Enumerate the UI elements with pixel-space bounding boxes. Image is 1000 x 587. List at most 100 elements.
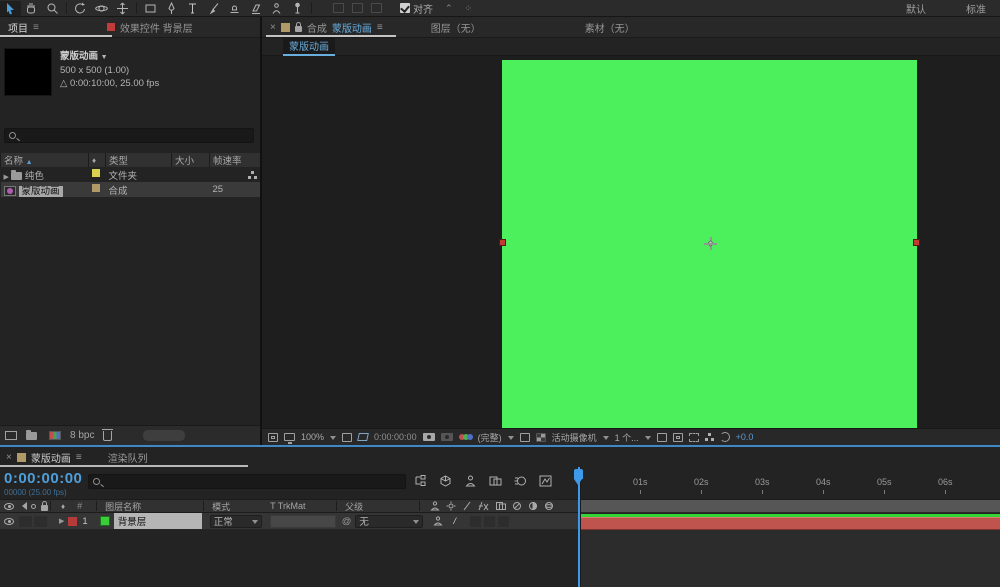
shape-tool-icon[interactable] xyxy=(140,1,161,16)
3d-switch-icon[interactable] xyxy=(544,501,554,511)
timeline-search-field[interactable] xyxy=(88,474,406,489)
new-composition-icon[interactable] xyxy=(49,431,61,440)
collapse-switch-icon[interactable] xyxy=(446,501,456,511)
mode-column[interactable]: 模式 xyxy=(212,500,270,513)
layer-shy-toggle[interactable] xyxy=(433,516,443,526)
lock-icon[interactable] xyxy=(294,21,302,32)
mini-flowchart-icon[interactable] xyxy=(414,475,427,487)
tab-project[interactable]: 项目 ≡ xyxy=(0,17,47,37)
timeline-search-input[interactable] xyxy=(103,476,401,487)
reset-exposure-icon[interactable] xyxy=(719,432,730,442)
layer-name[interactable]: 背景层 xyxy=(113,513,202,529)
show-snapshot-icon[interactable] xyxy=(440,433,453,441)
transparency-grid-icon[interactable] xyxy=(535,432,546,442)
close-icon[interactable]: × xyxy=(6,452,12,463)
pixel-aspect-correction-icon[interactable] xyxy=(656,432,667,442)
table-row-folder[interactable]: ▶ 纯色 文件夹 xyxy=(1,167,261,182)
item-name[interactable]: 纯色 xyxy=(25,171,44,182)
label-column-icon[interactable]: ♦ xyxy=(61,502,65,511)
layer-row[interactable]: ▶ 1 背景层 正常 @ 无 / xyxy=(0,513,580,530)
graph-editor-icon[interactable] xyxy=(539,475,552,487)
camera-tool-icon[interactable] xyxy=(91,1,112,16)
video-column-icon[interactable] xyxy=(4,502,14,510)
snapshot-icon[interactable] xyxy=(422,433,435,441)
item-name[interactable]: 蒙版动画 xyxy=(18,185,63,197)
timeline-button-icon[interactable] xyxy=(688,432,699,442)
fx-switch-icon[interactable] xyxy=(478,501,490,511)
camera-view-caret-icon[interactable] xyxy=(602,435,609,443)
layer-audio-toggle[interactable] xyxy=(19,515,32,527)
lock-column-icon[interactable] xyxy=(41,500,48,511)
workspace-standard-button[interactable]: 标准 xyxy=(966,1,986,16)
parent-column[interactable]: 父级 xyxy=(345,500,417,513)
column-name[interactable]: 名称 ▲ xyxy=(0,153,89,167)
layer-name-column[interactable]: 图层名称 xyxy=(105,500,201,513)
adjustment-switch-icon[interactable] xyxy=(528,501,538,511)
column-label[interactable]: ♦ xyxy=(88,153,106,167)
audio-column-icon[interactable] xyxy=(18,502,27,510)
label-color-swatch[interactable] xyxy=(91,184,100,192)
breadcrumb-comp-chip[interactable]: 蒙版动画 xyxy=(283,37,335,56)
tab-layer[interactable]: 图层（无） xyxy=(411,20,501,35)
type-tool-icon[interactable] xyxy=(182,1,203,16)
panel-menu-icon[interactable]: ≡ xyxy=(76,452,82,463)
layer-twirl-icon[interactable]: ▶ xyxy=(59,517,64,525)
solid-color-swatch[interactable] xyxy=(99,516,110,526)
eraser-tool-icon[interactable] xyxy=(245,1,266,16)
anchor-point-icon[interactable] xyxy=(704,237,717,250)
view-layout-value[interactable]: 1 个... xyxy=(615,431,639,444)
align-toggle[interactable]: 对齐 xyxy=(400,1,433,16)
grid-options-icon[interactable]: ⁘ xyxy=(465,3,473,14)
trkmat-dropdown[interactable] xyxy=(269,514,336,528)
trkmat-column[interactable]: T TrkMat xyxy=(270,501,334,511)
quality-switch-icon[interactable] xyxy=(462,501,472,511)
exposure-value[interactable]: +0.0 xyxy=(736,432,754,442)
playhead-handle[interactable] xyxy=(574,469,583,485)
blend-mode-dropdown[interactable]: 正常 xyxy=(209,514,262,528)
monitor-icon[interactable] xyxy=(284,433,295,444)
column-type[interactable]: 类型 xyxy=(105,153,172,167)
new-folder-icon[interactable] xyxy=(26,429,37,440)
time-ruler[interactable]: 01s 02s 03s 04s 05s 06s xyxy=(581,467,1000,499)
layer-quality-toggle[interactable]: / xyxy=(453,516,456,527)
view-layout-caret-icon[interactable] xyxy=(644,435,651,443)
camera-view-value[interactable]: 活动摄像机 xyxy=(552,431,597,444)
resolution-caret-icon[interactable] xyxy=(507,435,514,443)
project-search-field[interactable] xyxy=(4,128,254,143)
table-row-composition[interactable]: 蒙版动画 合成 25 xyxy=(0,182,260,197)
tab-effect-controls[interactable]: 效果控件 背景层 xyxy=(99,17,201,37)
mask-visibility-icon[interactable] xyxy=(357,433,369,441)
label-color-swatch[interactable] xyxy=(91,169,100,177)
magnification-caret-icon[interactable] xyxy=(330,435,337,443)
rotation-tool-icon[interactable] xyxy=(70,1,91,16)
frame-blending-icon[interactable] xyxy=(489,475,502,487)
region-of-interest-icon[interactable] xyxy=(519,432,530,442)
work-area-bar[interactable] xyxy=(581,499,1000,513)
clone-stamp-tool-icon[interactable] xyxy=(224,1,245,16)
hand-tool-icon[interactable] xyxy=(21,1,42,16)
roto-brush-tool-icon[interactable] xyxy=(266,1,287,16)
shy-switch-icon[interactable] xyxy=(430,501,440,511)
workspace-default-button[interactable]: 默认 xyxy=(906,1,926,16)
frame-blend-switch-icon[interactable] xyxy=(496,501,507,511)
layer-label-swatch[interactable] xyxy=(68,516,78,526)
draft-3d-icon[interactable] xyxy=(439,475,452,487)
column-framerate[interactable]: 帧速率 xyxy=(209,153,260,167)
layer-handle-right[interactable] xyxy=(913,239,920,246)
tab-composition[interactable]: × 合成 蒙版动画 ≡ xyxy=(262,20,393,35)
composition-viewport[interactable] xyxy=(262,56,1000,428)
layer-frame-blend-toggle[interactable] xyxy=(469,515,481,527)
fast-previews-icon[interactable] xyxy=(672,432,683,442)
magnification-value[interactable]: 100% xyxy=(301,432,324,442)
align-checkbox[interactable] xyxy=(400,3,410,13)
interpret-footage-icon[interactable] xyxy=(5,431,17,440)
shy-icon[interactable] xyxy=(464,475,477,487)
solo-column-icon[interactable] xyxy=(31,503,36,509)
footer-scrollbar[interactable] xyxy=(143,430,186,441)
timeline-timecode[interactable]: 0:00:00:00 xyxy=(4,470,82,487)
bit-depth-button[interactable]: 8 bpc xyxy=(70,430,94,441)
delete-icon[interactable] xyxy=(102,428,114,441)
motion-blur-switch-icon[interactable] xyxy=(512,501,522,511)
layer-motion-blur-toggle[interactable] xyxy=(483,515,495,527)
parent-dropdown[interactable]: 无 xyxy=(355,514,424,528)
